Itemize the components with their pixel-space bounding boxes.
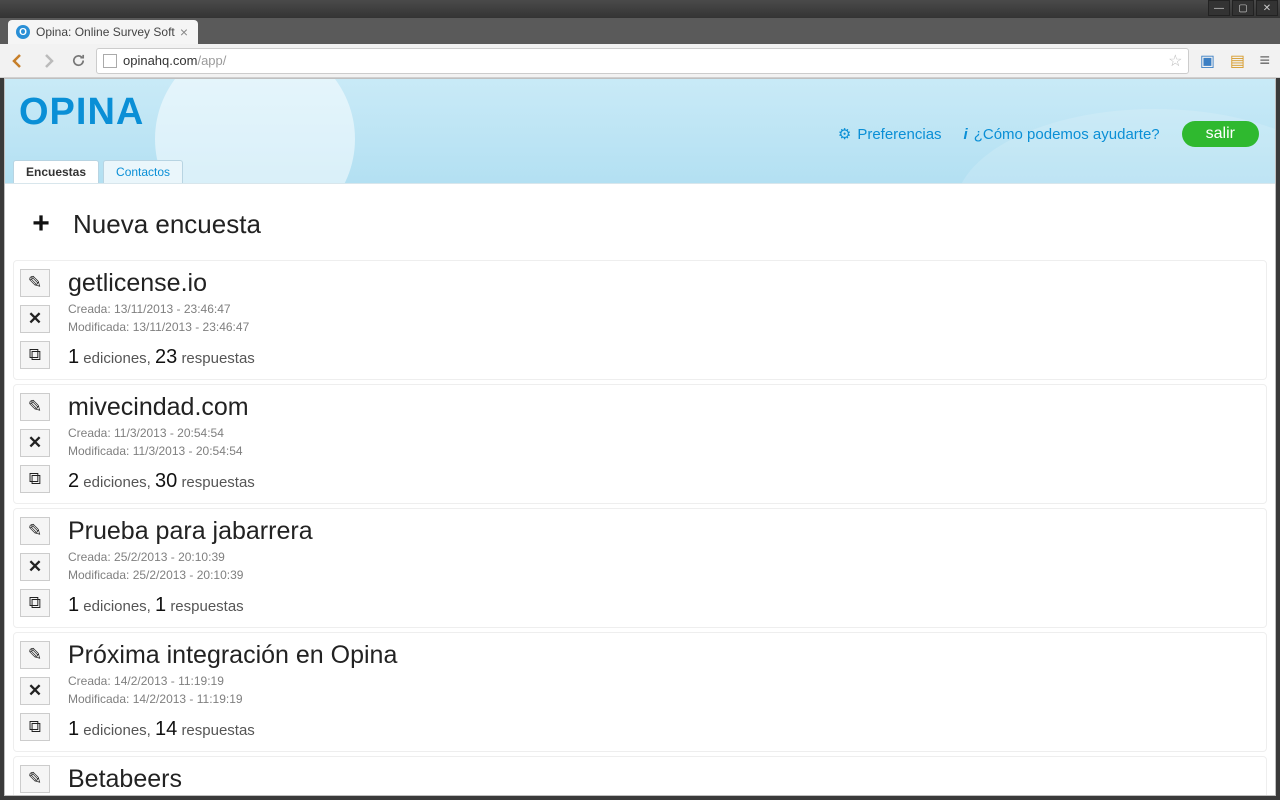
survey-row: ✎ ✕ ⧉ mivecindad.comCreada: 11/3/2013 - 20:…: [13, 384, 1267, 504]
duplicate-button[interactable]: ⧉: [20, 341, 50, 369]
survey-stats: 1 ediciones, 23 respuestas: [68, 346, 1260, 369]
pencil-icon: ✎: [28, 397, 42, 417]
info-icon: i: [964, 126, 968, 143]
browser-menu-button[interactable]: ≡: [1255, 50, 1274, 71]
pencil-icon: ✎: [28, 769, 42, 789]
close-icon: ✕: [28, 433, 42, 453]
preferences-label: Preferencias: [857, 126, 941, 143]
survey-title[interactable]: mivecindad.com: [68, 393, 1260, 422]
new-survey-button[interactable]: + Nueva encuesta: [13, 192, 1267, 256]
survey-meta: Creada: 13/11/2013 - 23:46:47Modificada:…: [68, 300, 1260, 336]
copy-icon: ⧉: [29, 345, 41, 365]
preferences-link[interactable]: ⚙ Preferencias: [838, 125, 942, 143]
tab-title: Opina: Online Survey Soft: [36, 25, 175, 39]
logout-button[interactable]: salir: [1182, 121, 1259, 147]
survey-row: ✎ ✕ ⧉ Próxima integración en OpinaCreada: 1…: [13, 632, 1267, 752]
gear-icon: ⚙: [838, 125, 851, 143]
survey-title[interactable]: Betabeers: [68, 765, 1260, 794]
survey-list: + Nueva encuesta ✎✕⧉getlicense.ioCreada:…: [5, 183, 1275, 795]
edit-button[interactable]: ✎: [20, 269, 50, 297]
browser-tabstrip: O Opina: Online Survey Soft ×: [0, 18, 1280, 44]
url-domain: opinahq.com: [123, 53, 197, 68]
edit-button[interactable]: ✎: [20, 765, 50, 793]
header-decoration: [155, 79, 355, 183]
extension-2-icon[interactable]: ▤: [1225, 49, 1249, 73]
survey-stats: 1 ediciones, 14 respuestas: [68, 718, 1260, 741]
pencil-icon: ✎: [28, 521, 42, 541]
window-maximize-button[interactable]: ▢: [1232, 0, 1254, 16]
survey-meta: Creada: 11/3/2013 - 20:54:54Modificada: …: [68, 424, 1260, 460]
duplicate-button[interactable]: ⧉: [20, 589, 50, 617]
close-icon: ✕: [28, 309, 42, 329]
duplicate-button[interactable]: ⧉: [20, 465, 50, 493]
survey-title[interactable]: getlicense.io: [68, 269, 1260, 298]
address-bar[interactable]: opinahq.com/app/ ☆: [96, 48, 1189, 74]
bookmark-star-icon[interactable]: ☆: [1168, 51, 1182, 71]
tab-close-icon[interactable]: ×: [180, 24, 188, 40]
app-tab-contactos[interactable]: Contactos: [103, 160, 183, 183]
back-button[interactable]: [6, 49, 30, 73]
survey-title[interactable]: Prueba para jabarrera: [68, 517, 1260, 546]
copy-icon: ⧉: [29, 469, 41, 489]
favicon-icon: O: [16, 25, 30, 39]
delete-button[interactable]: ✕: [20, 553, 50, 581]
close-icon: ✕: [28, 557, 42, 577]
edit-button[interactable]: ✎: [20, 393, 50, 421]
app-logo: OPINA: [19, 91, 144, 134]
survey-row: ✎ ✕ ⧉ Prueba para jabarreraCreada: 25/2/201…: [13, 508, 1267, 628]
forward-button[interactable]: [36, 49, 60, 73]
copy-icon: ⧉: [29, 717, 41, 737]
window-close-button[interactable]: ✕: [1256, 0, 1278, 16]
extension-1-icon[interactable]: ▣: [1195, 49, 1219, 73]
page-icon: [103, 54, 117, 68]
edit-button[interactable]: ✎: [20, 641, 50, 669]
survey-meta: Creada: 25/2/2013 - 20:10:39Modificada: …: [68, 548, 1260, 584]
survey-row: ✎ ✕ ⧉ getlicense.ioCreada: 13/11/2013 - 23:…: [13, 260, 1267, 380]
window-titlebar: ― ▢ ✕: [0, 0, 1280, 18]
survey-stats: 2 ediciones, 30 respuestas: [68, 470, 1260, 493]
delete-button[interactable]: ✕: [20, 429, 50, 457]
url-path: /app/: [197, 53, 226, 68]
app-header: OPINA ⚙ Preferencias i ¿Cómo podemos ayu…: [5, 79, 1275, 183]
reload-button[interactable]: [66, 49, 90, 73]
duplicate-button[interactable]: ⧉: [20, 713, 50, 741]
survey-meta: Creada: 14/2/2013 - 11:19:19Modificada: …: [68, 672, 1260, 708]
pencil-icon: ✎: [28, 645, 42, 665]
survey-title[interactable]: Próxima integración en Opina: [68, 641, 1260, 670]
delete-button[interactable]: ✕: [20, 305, 50, 333]
arrow-right-icon: [40, 53, 56, 69]
new-survey-label: Nueva encuesta: [73, 209, 261, 240]
app-content: OPINA ⚙ Preferencias i ¿Cómo podemos ayu…: [4, 78, 1276, 796]
survey-row: ✎✕⧉BetabeersCreada: 13/2/2013 - 14:28:42: [13, 756, 1267, 795]
close-icon: ✕: [28, 681, 42, 701]
help-link[interactable]: i ¿Cómo podemos ayudarte?: [964, 126, 1160, 143]
pencil-icon: ✎: [28, 273, 42, 293]
browser-toolbar: opinahq.com/app/ ☆ ▣ ▤ ≡: [0, 44, 1280, 78]
survey-stats: 1 ediciones, 1 respuestas: [68, 594, 1260, 617]
reload-icon: [71, 53, 86, 68]
window-minimize-button[interactable]: ―: [1208, 0, 1230, 16]
edit-button[interactable]: ✎: [20, 517, 50, 545]
plus-icon: +: [32, 207, 50, 241]
delete-button[interactable]: ✕: [20, 677, 50, 705]
arrow-left-icon: [10, 53, 26, 69]
help-label: ¿Cómo podemos ayudarte?: [974, 126, 1160, 143]
copy-icon: ⧉: [29, 593, 41, 613]
app-tab-encuestas[interactable]: Encuestas: [13, 160, 99, 183]
browser-tab[interactable]: O Opina: Online Survey Soft ×: [8, 20, 198, 44]
